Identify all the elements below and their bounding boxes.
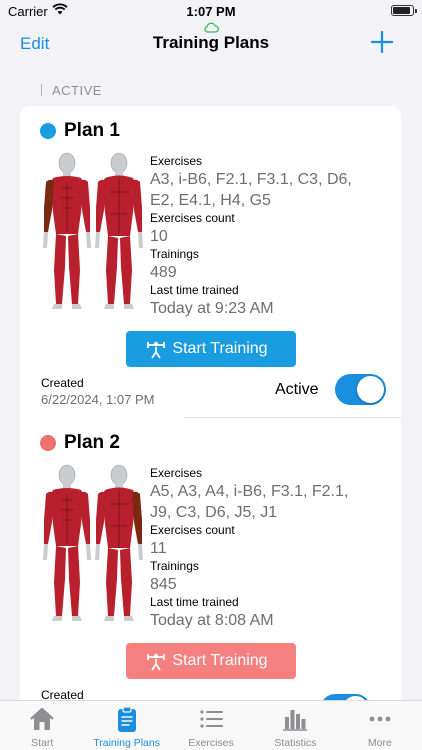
plan-name: Plan 2 [64, 432, 120, 453]
status-bar: Carrier 1:07 PM [0, 0, 422, 24]
tab-exercises[interactable]: Exercises [169, 701, 253, 750]
tab-more[interactable]: More [338, 701, 422, 750]
created-info: Created 6/22/2024, 1:07 PM [41, 376, 154, 407]
muscle-map-image [43, 464, 143, 621]
last-trained-label: Last time trained [150, 595, 239, 609]
house-icon [30, 707, 54, 730]
last-trained-label: Last time trained [150, 283, 239, 297]
exercises-label: Exercises [150, 154, 203, 168]
page-title: Training Plans [152, 33, 270, 52]
plan-card[interactable]: Plan 2 Exercises A5, A3, A4, i-B6, F3.1,… [20, 418, 401, 700]
plan-header: Plan 1 [40, 120, 120, 142]
plan-header: Plan 2 [40, 432, 120, 454]
exercises-value-line2: J9, C3, D6, J5, J1 [150, 504, 278, 521]
trainings-value: 845 [150, 576, 177, 593]
front-body-figure [43, 464, 91, 621]
tab-start[interactable]: Start [0, 701, 84, 750]
tab-label: Training Plans [93, 737, 160, 749]
tab-label: Exercises [188, 737, 234, 749]
clipboard-icon [117, 706, 136, 732]
status-time: 1:07 PM [186, 4, 236, 19]
exercises-value-line1: A3, i-B6, F2.1, F3.1, C3, D6, [150, 171, 352, 188]
active-row: Active [275, 374, 386, 405]
plan-details: Exercises A3, i-B6, F2.1, F3.1, C3, D6, … [150, 154, 390, 319]
bar-chart-icon [283, 710, 308, 731]
created-date: 6/22/2024, 1:07 PM [41, 392, 155, 407]
last-trained-value: Today at 8:08 AM [150, 612, 274, 629]
exercises-value-line1: A5, A3, A4, i-B6, F3.1, F2.1, [150, 483, 349, 500]
cloud-icon [204, 22, 219, 33]
section-header-label: ACTIVE [52, 83, 102, 98]
created-info: Created [41, 688, 84, 700]
exercises-count-label: Exercises count [150, 211, 235, 225]
back-body-figure [95, 152, 143, 309]
tab-label: Start [31, 737, 54, 749]
exercises-count-value: 10 [150, 228, 168, 245]
weightlifter-icon [147, 653, 165, 671]
exercises-value-line2: E2, E4.1, H4, G5 [150, 192, 271, 209]
battery-icon [391, 5, 417, 16]
list-icon [200, 710, 224, 728]
active-label: Active [275, 380, 319, 398]
ellipsis-icon [369, 716, 391, 722]
section-header: ACTIVE [41, 83, 102, 98]
add-plan-button[interactable] [371, 31, 393, 53]
tab-label: Statistics [274, 737, 317, 749]
back-body-figure [95, 464, 143, 621]
tab-label: More [367, 737, 392, 749]
tab-bar: Start Training Plans Exercises Statistic… [0, 700, 422, 750]
created-label: Created [41, 688, 84, 700]
plan-color-dot [40, 123, 56, 139]
trainings-label: Trainings [150, 247, 199, 261]
exercises-count-value: 11 [150, 540, 167, 557]
front-body-figure [43, 152, 91, 309]
trainings-value: 489 [150, 264, 177, 281]
exercises-count-label: Exercises count [150, 523, 235, 537]
start-training-button[interactable]: Start Training [126, 331, 296, 367]
plans-list: Plan 1 Exercises A3, i-B6, F2.1, F3.1, C… [20, 106, 401, 700]
tab-training-plans[interactable]: Training Plans [84, 701, 168, 750]
start-training-label: Start Training [172, 340, 268, 357]
plan-name: Plan 1 [64, 120, 120, 141]
muscle-map-image [43, 152, 143, 309]
trainings-label: Trainings [150, 559, 199, 573]
exercises-label: Exercises [150, 466, 203, 480]
start-training-label: Start Training [172, 652, 268, 669]
plan-color-dot [40, 435, 56, 451]
last-trained-value: Today at 9:23 AM [150, 300, 274, 317]
plan-details: Exercises A5, A3, A4, i-B6, F3.1, F2.1, … [150, 466, 390, 631]
plan-card[interactable]: Plan 1 Exercises A3, i-B6, F2.1, F3.1, C… [20, 106, 401, 418]
start-training-button[interactable]: Start Training [126, 643, 296, 679]
active-toggle[interactable] [334, 374, 386, 405]
created-label: Created [41, 376, 84, 390]
weightlifter-icon [147, 341, 165, 359]
tab-statistics[interactable]: Statistics [253, 701, 337, 750]
